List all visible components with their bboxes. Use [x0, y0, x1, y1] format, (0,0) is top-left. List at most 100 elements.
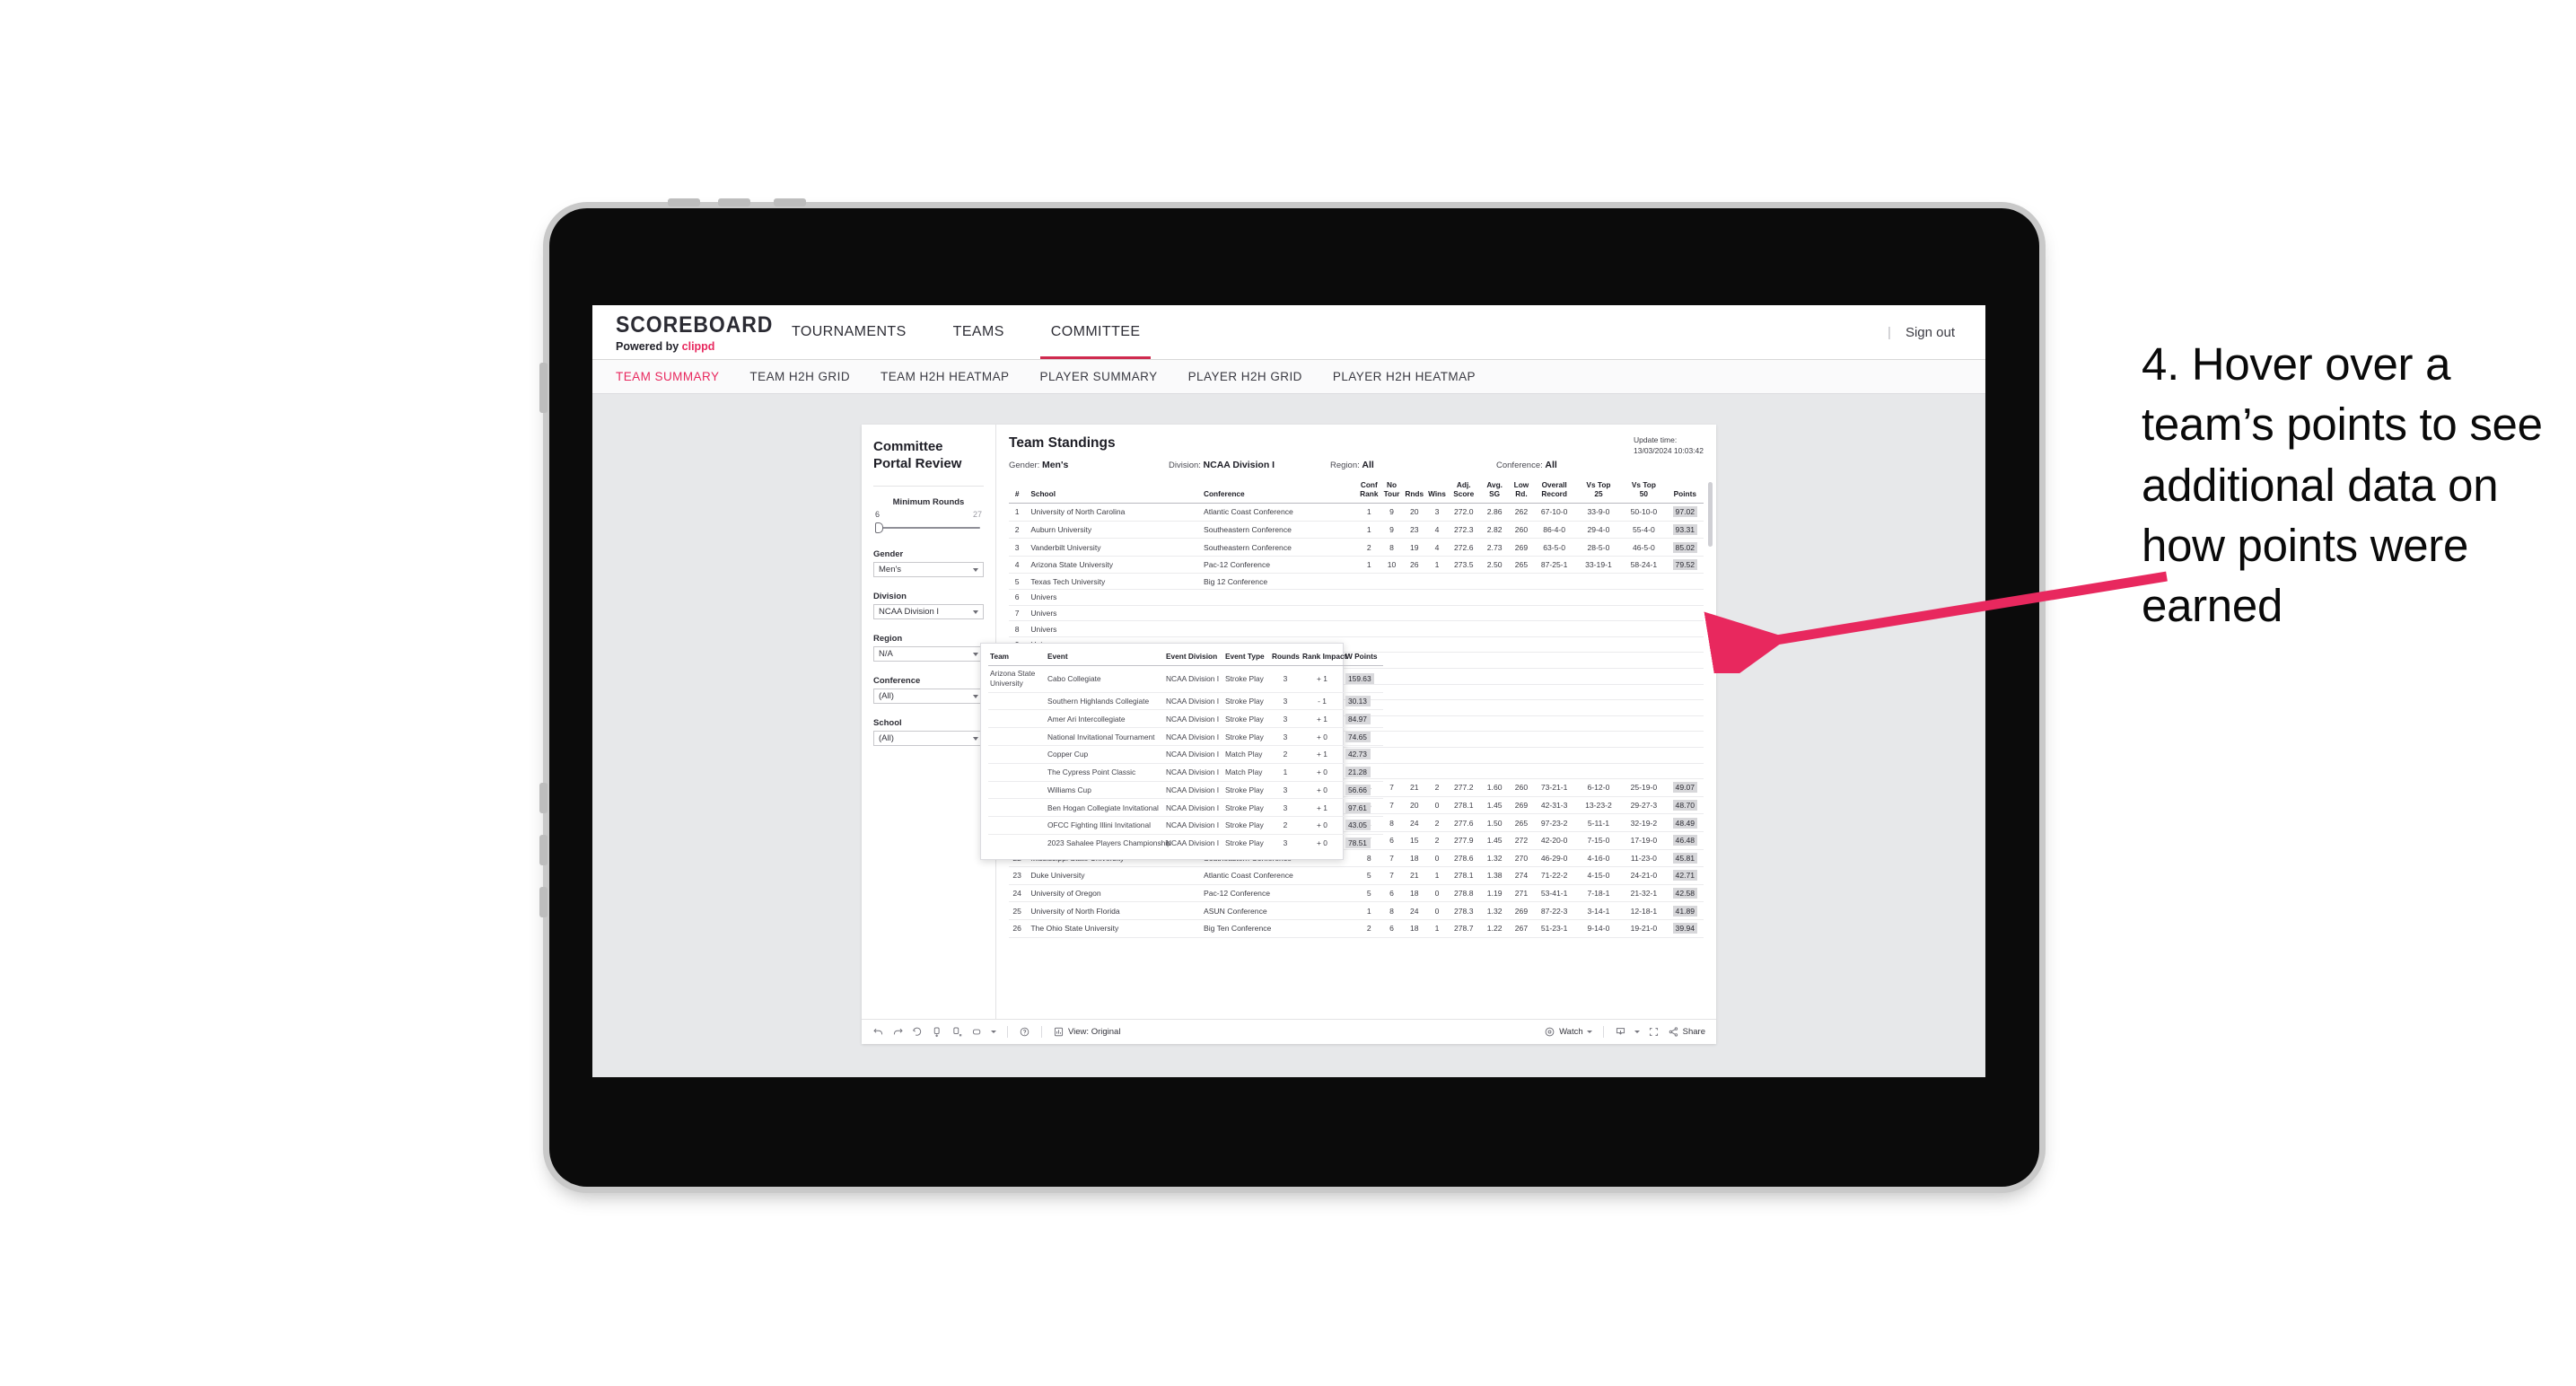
tooltip-cell-event: Southern Highlands Collegiate — [1046, 692, 1164, 711]
tooltip-w-points-value: 30.13 — [1345, 696, 1371, 707]
redo-icon[interactable] — [892, 1026, 904, 1038]
table-cell: 0 — [1425, 849, 1449, 868]
sign-out-link[interactable]: Sign out — [1906, 325, 1955, 340]
points-cell[interactable]: 93.31 — [1666, 521, 1704, 539]
points-cell[interactable]: 85.02 — [1666, 538, 1704, 557]
column-header[interactable]: Avg. SG — [1478, 478, 1511, 504]
tab-team-summary[interactable]: TEAM SUMMARY — [616, 370, 740, 383]
tooltip-team-cell — [988, 727, 1046, 746]
tab-team-h2h-grid[interactable]: TEAM H2H GRID — [749, 370, 872, 383]
minimum-rounds-filter[interactable]: Minimum Rounds 6 27 — [873, 497, 984, 535]
watch-button[interactable]: Watch — [1544, 1026, 1592, 1038]
points-cell[interactable]: 42.71 — [1666, 866, 1704, 885]
column-header[interactable]: Adj. Score — [1448, 478, 1479, 504]
tab-player-h2h-grid[interactable]: PLAYER H2H GRID — [1188, 370, 1324, 383]
view-original-button[interactable]: View: Original — [1053, 1026, 1120, 1038]
conference-select[interactable]: (All) — [873, 688, 984, 704]
help-icon[interactable] — [1019, 1026, 1030, 1038]
table-row[interactable]: 4 Arizona State University Pac-12 Conferen… — [1009, 556, 1704, 575]
slider-handle[interactable] — [875, 522, 883, 533]
table-row[interactable]: 23 Duke University Atlantic Coast Conferen… — [1009, 866, 1704, 885]
tab-player-h2h-heatmap[interactable]: PLAYER H2H HEATMAP — [1333, 370, 1497, 383]
column-header[interactable]: Points — [1666, 478, 1704, 504]
fullscreen-icon[interactable] — [1648, 1026, 1660, 1038]
table-row[interactable]: 5 Texas Tech University Big 12 Conference — [1009, 573, 1704, 591]
shape-icon[interactable] — [971, 1026, 983, 1038]
vertical-scrollbar[interactable] — [1708, 482, 1713, 547]
table-cell — [1575, 620, 1622, 637]
tooltip-cell-rounds: 3 — [1270, 727, 1301, 746]
table-row[interactable]: 25 University of North Florida ASUN Confer… — [1009, 901, 1704, 920]
table-cell — [1380, 589, 1404, 606]
table-cell — [1403, 699, 1426, 716]
column-header[interactable]: Conf Rank — [1357, 478, 1380, 504]
brand-logo[interactable]: SCOREBOARD Powered by clippd — [592, 305, 772, 359]
points-cell[interactable]: 49.07 — [1666, 778, 1704, 797]
table-row[interactable]: 1 University of North Carolina Atlantic Co… — [1009, 503, 1704, 522]
download-icon[interactable] — [1615, 1026, 1626, 1038]
points-cell[interactable]: 39.94 — [1666, 919, 1704, 938]
points-cell[interactable] — [1666, 763, 1704, 780]
points-cell[interactable] — [1666, 684, 1704, 701]
gender-select[interactable]: Men's — [873, 561, 984, 577]
points-cell[interactable]: 97.02 — [1666, 503, 1704, 522]
column-header[interactable]: Rnds — [1403, 478, 1426, 504]
table-cell: 274 — [1510, 866, 1533, 885]
table-cell: 87-22-3 — [1532, 901, 1576, 920]
column-header[interactable]: Overall Record — [1532, 478, 1576, 504]
device-top-button-1 — [668, 198, 700, 206]
column-header[interactable]: Wins — [1425, 478, 1449, 504]
nav-item-teams[interactable]: TEAMS — [930, 305, 1028, 359]
column-header[interactable]: School — [1025, 478, 1198, 504]
table-row[interactable]: 8 Univers — [1009, 620, 1704, 637]
table-row[interactable]: 2 Auburn University Southeastern Conferenc… — [1009, 521, 1704, 539]
table-cell: 7 — [1380, 866, 1404, 885]
table-cell: Duke University — [1025, 866, 1198, 885]
column-header[interactable]: Vs Top 50 — [1621, 478, 1667, 504]
tooltip-w-points-value: 56.66 — [1345, 784, 1371, 795]
table-cell: 0 — [1425, 884, 1449, 903]
points-cell[interactable]: 45.81 — [1666, 849, 1704, 868]
points-cell[interactable]: 46.48 — [1666, 831, 1704, 850]
column-header[interactable]: Low Rd. — [1510, 478, 1533, 504]
table-cell: 5 — [1357, 866, 1380, 885]
chevron-down-icon[interactable] — [991, 1031, 996, 1033]
points-cell[interactable] — [1666, 715, 1704, 732]
table-cell — [1575, 731, 1622, 748]
points-cell[interactable]: 48.70 — [1666, 796, 1704, 815]
school-select[interactable]: (All) — [873, 730, 984, 746]
table-row[interactable]: 3 Vanderbilt University Southeastern Confe… — [1009, 538, 1704, 557]
points-cell[interactable] — [1666, 699, 1704, 716]
region-select[interactable]: N/A — [873, 645, 984, 662]
revert-icon[interactable] — [912, 1026, 924, 1038]
table-row[interactable]: 24 University of Oregon Pac-12 Conference 5… — [1009, 884, 1704, 903]
table-row[interactable]: 26 The Ohio State University Big Ten Confe… — [1009, 919, 1704, 938]
nav-item-tournaments[interactable]: TOURNAMENTS — [768, 305, 930, 359]
column-header[interactable]: # — [1009, 478, 1026, 504]
points-cell[interactable] — [1666, 747, 1704, 764]
table-row[interactable]: 6 Univers — [1009, 589, 1704, 606]
nav-item-committee[interactable]: COMMITTEE — [1028, 305, 1164, 359]
update-time-value: 13/03/2024 10:03:42 — [1634, 446, 1704, 456]
share-button[interactable]: Share — [1668, 1026, 1705, 1038]
table-cell: 273.5 — [1448, 556, 1479, 575]
points-cell[interactable]: 42.58 — [1666, 884, 1704, 903]
points-cell[interactable]: 41.89 — [1666, 901, 1704, 920]
table-cell: 5 — [1357, 884, 1380, 903]
table-cell — [1403, 589, 1426, 606]
division-select[interactable]: NCAA Division I — [873, 603, 984, 619]
points-cell[interactable]: 48.49 — [1666, 813, 1704, 832]
chevron-down-icon[interactable] — [1634, 1031, 1640, 1033]
column-header[interactable]: Vs Top 25 — [1575, 478, 1622, 504]
undo-icon[interactable] — [872, 1026, 884, 1038]
column-header[interactable]: No Tour — [1380, 478, 1404, 504]
tab-player-summary[interactable]: PLAYER SUMMARY — [1040, 370, 1179, 383]
refresh-data-icon[interactable] — [932, 1026, 943, 1038]
tab-team-h2h-heatmap[interactable]: TEAM H2H HEATMAP — [881, 370, 1030, 383]
minimum-rounds-slider[interactable] — [873, 521, 984, 535]
pause-icon[interactable] — [951, 1026, 963, 1038]
column-header[interactable]: Conference — [1197, 478, 1358, 504]
points-cell[interactable] — [1666, 731, 1704, 748]
table-row[interactable]: 7 Univers — [1009, 605, 1704, 622]
watch-label: Watch — [1559, 1027, 1583, 1037]
